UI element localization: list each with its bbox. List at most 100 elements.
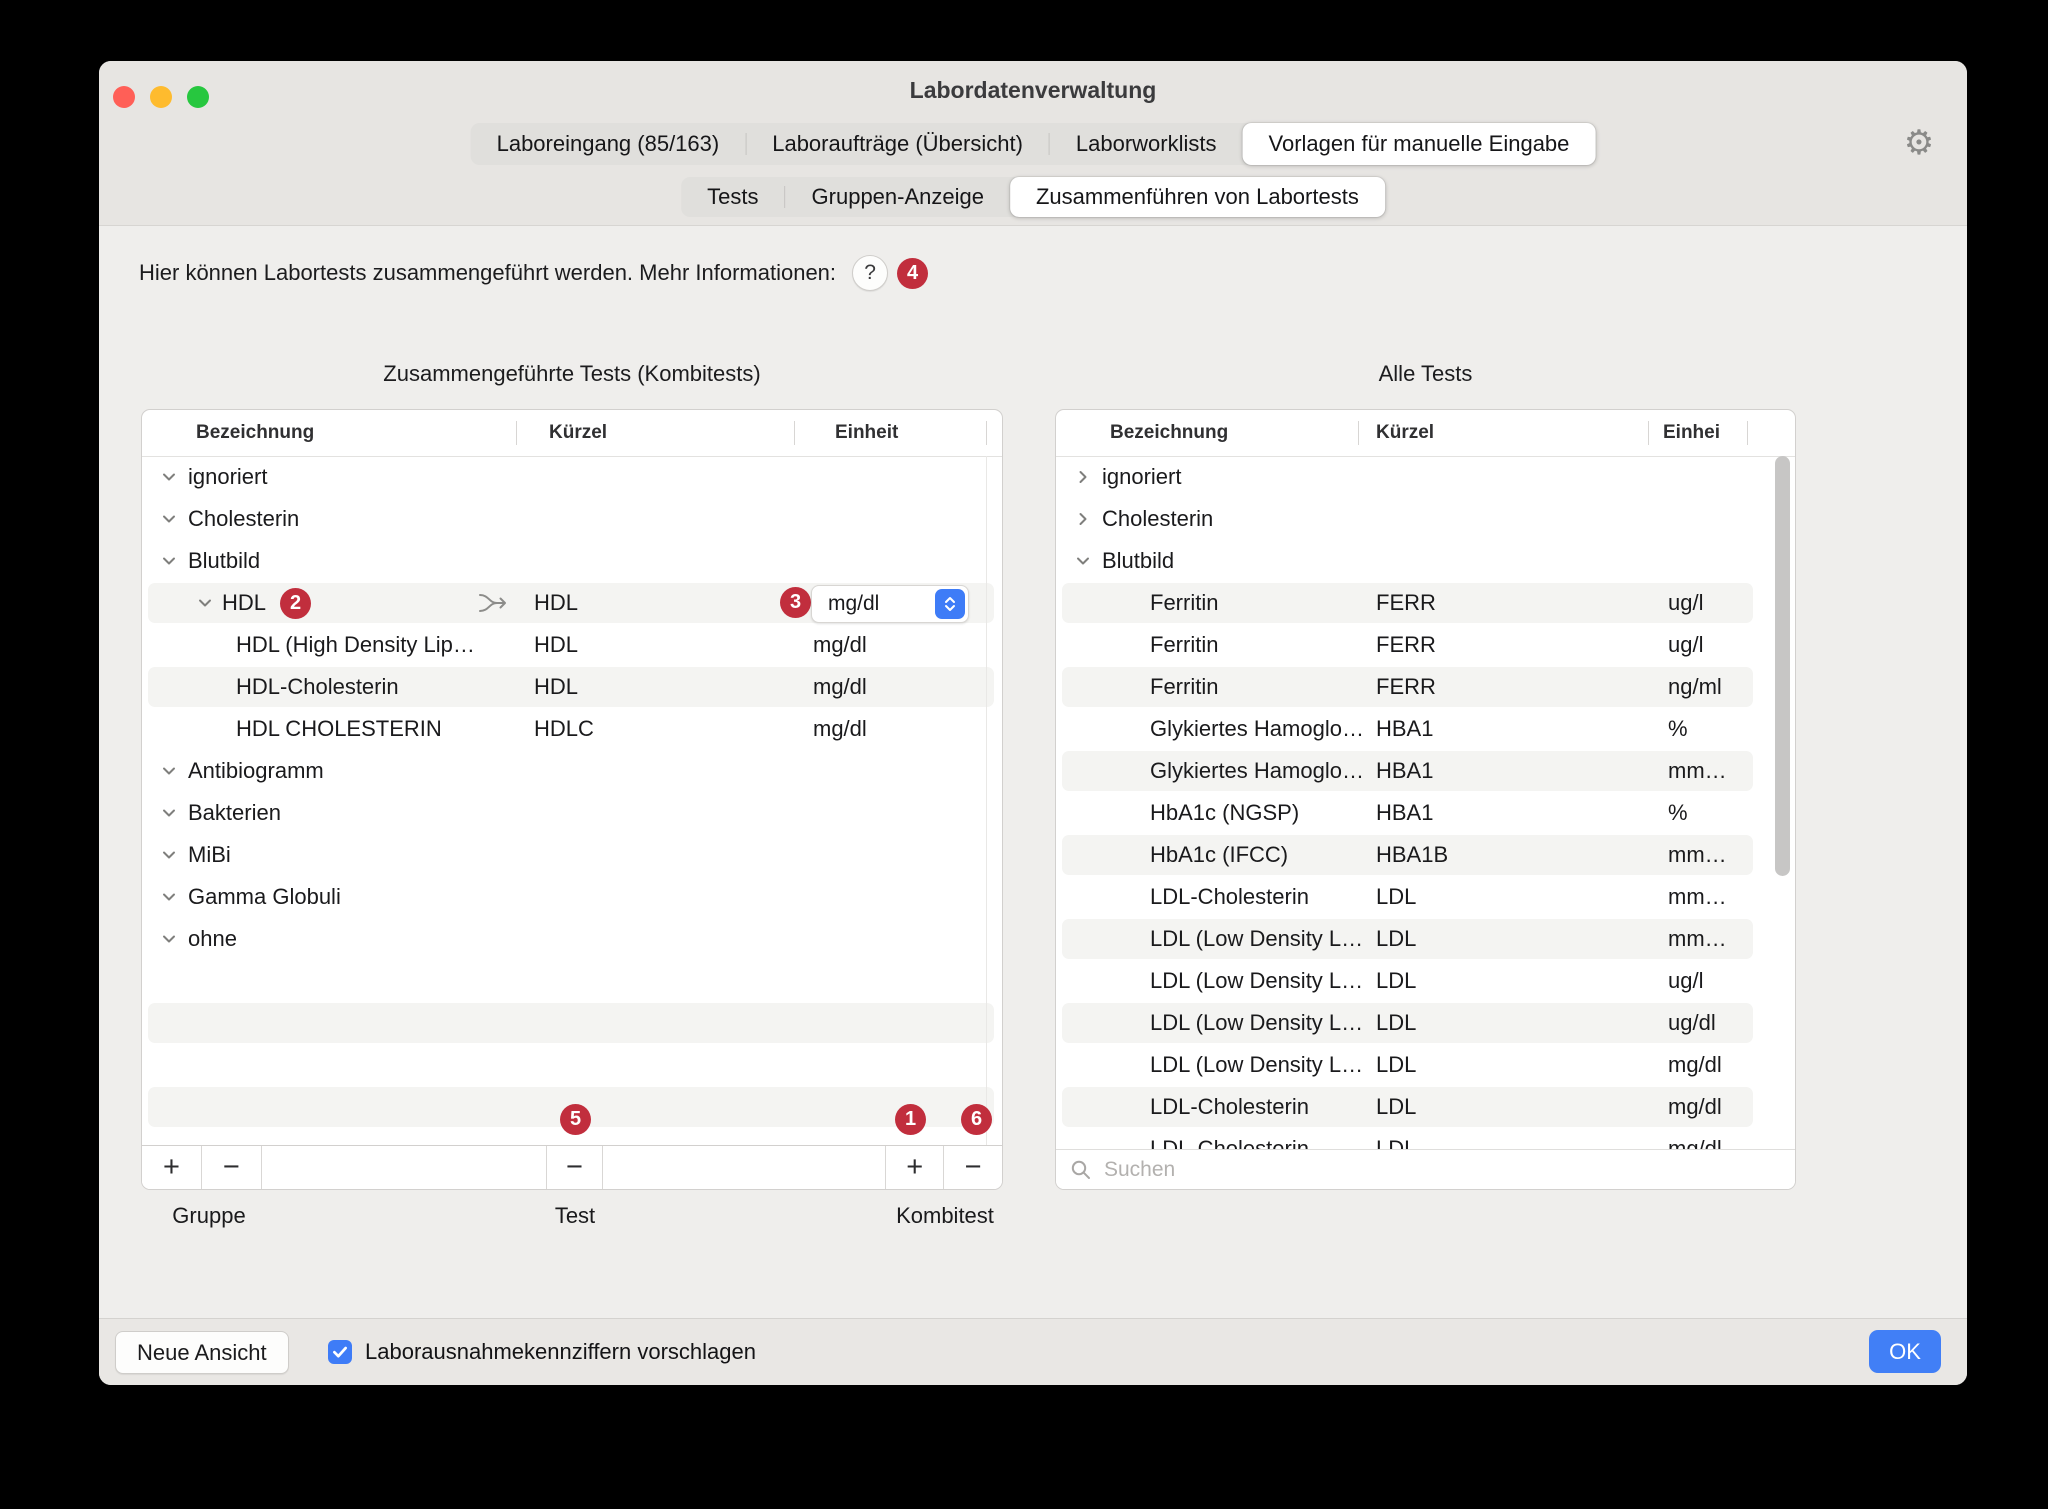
test-caption: Test [555,1203,595,1229]
group-row[interactable]: Bakterien [142,792,1002,834]
test-row[interactable]: Glykiertes Hamoglo…HBA1% [1056,708,1795,750]
secondary-tab-bar: TestsGruppen-AnzeigeZusammenführen von L… [681,177,1385,217]
group-row[interactable]: ignoriert [142,456,1002,498]
group-row[interactable]: MiBi [142,834,1002,876]
col-bezeichnung: Bezeichnung [196,410,314,456]
kombitests-table: Bezeichnung Kürzel Einheit ignoriert Chol… [141,409,1003,1190]
test-row[interactable]: HDL2HDL3mg/dl [142,582,1002,624]
test-row[interactable]: HDL (High Density Lip…HDLmg/dl [142,624,1002,666]
laborausnahme-checkbox[interactable] [328,1340,352,1364]
add-kombitest-button[interactable]: + [886,1146,944,1189]
search-bar [1056,1149,1795,1189]
test-row[interactable]: LDL (Low Density L…LDLug/dl [1056,1002,1795,1044]
remove-kombitest-button[interactable]: − [944,1146,1002,1189]
group-row[interactable]: Antibiogramm [142,750,1002,792]
test-row[interactable]: LDL (Low Density L…LDLug/l [1056,960,1795,1002]
test-name: Cholesterin [188,506,299,532]
neue-ansicht-button[interactable]: Neue Ansicht [115,1331,289,1374]
test-row[interactable]: LDL-CholesterinLDLmm… [1056,876,1795,918]
test-row[interactable]: LDL-CholesterinLDLmg/dl [1056,1086,1795,1128]
chevron-down-icon[interactable] [160,804,178,822]
remove-group-button[interactable]: − [202,1146,262,1189]
test-row[interactable]: LDL (Low Density L…LDLmm… [1056,918,1795,960]
chevron-down-icon[interactable] [160,888,178,906]
remove-test-button[interactable]: − [547,1146,603,1189]
test-name: ignoriert [1102,464,1181,490]
test-kuerzel: HDL [534,582,578,624]
kombitests-rows: ignoriertCholesterinBlutbildHDL2HDL3mg/d… [142,456,1002,1146]
test-row[interactable]: HDL CHOLESTERINHDLCmg/dl [142,708,1002,750]
test-row[interactable]: LDL (Low Density L…LDLmg/dl [1056,1044,1795,1086]
kombitest-caption: Kombitest [896,1203,994,1229]
table-header: Bezeichnung Kürzel Einheit [142,410,1002,457]
col-kuerzel: Kürzel [549,410,607,456]
popup-stepper-icon [935,589,965,619]
group-row[interactable]: Cholesterin [1056,498,1795,540]
chevron-down-icon[interactable] [160,552,178,570]
check-icon [331,1343,349,1361]
scrollbar-thumb[interactable] [1775,456,1790,876]
test-row[interactable]: FerritinFERRug/l [1056,624,1795,666]
annotation-badge-5: 5 [560,1104,591,1135]
empty-row [142,960,1002,1002]
chevron-down-icon[interactable] [160,468,178,486]
chevron-right-icon[interactable] [1074,468,1092,486]
add-group-button[interactable]: + [142,1146,202,1189]
chevron-right-icon[interactable] [1074,510,1092,528]
test-einheit: ng/ml [1668,666,1722,708]
group-row[interactable]: Blutbild [1056,540,1795,582]
test-name: ohne [188,926,237,952]
chevron-down-icon[interactable] [1074,552,1092,570]
tab-vorlagen-für-manuelle-eingabe[interactable]: Vorlagen für manuelle Eingabe [1243,123,1596,165]
gruppe-caption: Gruppe [172,1203,245,1229]
empty-row [142,1044,1002,1086]
group-row[interactable]: ohne [142,918,1002,960]
ok-button[interactable]: OK [1869,1330,1941,1373]
chevron-down-icon[interactable] [196,594,214,612]
test-einheit: mm… [1668,750,1727,792]
help-button[interactable]: ? [852,255,888,291]
test-row[interactable]: HbA1c (NGSP)HBA1% [1056,792,1795,834]
empty-row [142,1002,1002,1044]
test-row[interactable]: FerritinFERRug/l [1056,582,1795,624]
subtab-zusammenführen-von-labortests[interactable]: Zusammenführen von Labortests [1010,177,1385,217]
test-row[interactable]: HbA1c (IFCC)HBA1Bmm… [1056,834,1795,876]
test-name: HDL-Cholesterin [236,674,399,700]
tab-laboreingang-85-163[interactable]: Laboreingang (85/163) [471,123,746,165]
subtab-gruppen-anzeige[interactable]: Gruppen-Anzeige [786,177,1010,217]
test-row[interactable]: LDL-CholesterinLDLmg/dl [1056,1128,1795,1149]
test-kuerzel: FERR [1376,624,1436,666]
group-row[interactable]: Cholesterin [142,498,1002,540]
test-kuerzel: LDL [1376,1044,1416,1086]
test-row[interactable]: FerritinFERRng/ml [1056,666,1795,708]
group-row[interactable]: Blutbild [142,540,1002,582]
test-kuerzel: HDLC [534,708,594,750]
test-einheit: mm… [1668,834,1727,876]
chevron-down-icon[interactable] [160,846,178,864]
tab-laborworklists[interactable]: Laborworklists [1050,123,1243,165]
window-title: Labordatenverwaltung [99,61,1967,119]
annotation-badge-3: 3 [780,587,811,618]
test-einheit: mg/dl [1668,1086,1722,1128]
test-kuerzel: FERR [1376,666,1436,708]
test-name: LDL (Low Density L… [1150,968,1363,994]
footer-spacer [603,1146,886,1189]
chevron-down-icon[interactable] [160,510,178,528]
test-kuerzel: HBA1B [1376,834,1448,876]
subtab-tests[interactable]: Tests [681,177,784,217]
unit-select[interactable]: mg/dl [811,585,969,623]
settings-gear-icon[interactable]: ⚙ [1897,121,1941,165]
chevron-down-icon[interactable] [160,762,178,780]
search-input[interactable] [1102,1157,1795,1183]
chevron-down-icon[interactable] [160,930,178,948]
test-row[interactable]: HDL-CholesterinHDLmg/dl [142,666,1002,708]
test-einheit: mg/dl [1668,1044,1722,1086]
group-row[interactable]: Gamma Globuli [142,876,1002,918]
test-name: HDL (High Density Lip… [236,632,475,658]
right-panel-title: Alle Tests [1055,361,1796,387]
test-row[interactable]: Glykiertes Hamoglo…HBA1mm… [1056,750,1795,792]
col-einheit: Einhei [1663,410,1720,456]
tab-laboraufträge-übersicht[interactable]: Laboraufträge (Übersicht) [746,123,1049,165]
group-row[interactable]: ignoriert [1056,456,1795,498]
test-einheit: mg/dl [813,666,867,708]
